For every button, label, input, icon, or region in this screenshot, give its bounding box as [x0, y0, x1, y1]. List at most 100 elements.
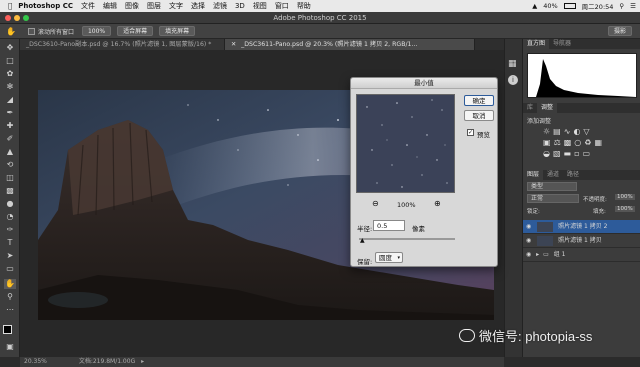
visibility-eye-icon[interactable]: ◉: [526, 251, 531, 258]
menu-3d[interactable]: 3D: [235, 2, 245, 10]
invert-icon[interactable]: ◒: [543, 149, 553, 158]
quick-mask-icon[interactable]: ▣: [4, 342, 16, 352]
info-icon[interactable]: i: [508, 75, 518, 85]
apple-icon[interactable]: : [8, 2, 12, 10]
channel-mixer-icon[interactable]: ♻: [584, 138, 594, 147]
menu-file[interactable]: 文件: [81, 1, 95, 11]
brightness-icon[interactable]: ☼: [543, 127, 553, 136]
more-tools-icon[interactable]: ⋯: [4, 305, 16, 315]
shape-tool-icon[interactable]: ▭: [4, 264, 16, 274]
layer-name[interactable]: 组 1: [554, 251, 566, 258]
healing-brush-tool-icon[interactable]: ✚: [4, 121, 16, 131]
curves-icon[interactable]: ∿: [564, 127, 574, 136]
hue-sat-icon[interactable]: ▣: [543, 138, 554, 147]
menu-layer[interactable]: 图层: [147, 1, 161, 11]
type-tool-icon[interactable]: T: [4, 238, 16, 248]
gradient-tool-icon[interactable]: ▩: [4, 186, 16, 196]
app-menu[interactable]: Photoshop CC: [18, 2, 73, 10]
checkbox-scroll-all[interactable]: [27, 27, 35, 35]
lookup-icon[interactable]: ▦: [594, 138, 605, 147]
opacity-value[interactable]: 100%: [615, 194, 635, 200]
visibility-eye-icon[interactable]: ◉: [526, 237, 531, 244]
menu-list-icon[interactable]: ☰: [630, 2, 636, 10]
threshold-icon[interactable]: ▬: [564, 149, 575, 158]
close-window-icon[interactable]: [5, 15, 11, 21]
marquee-tool-icon[interactable]: □: [4, 56, 16, 66]
clone-stamp-tool-icon[interactable]: ▲: [4, 147, 16, 157]
bw-icon[interactable]: ▩: [564, 138, 575, 147]
layer-row[interactable]: ◉ 照片滤镜 1 拷贝: [523, 234, 640, 248]
layer-row[interactable]: ◉ ▸ ▭ 组 1: [523, 248, 640, 262]
zoom-out-icon[interactable]: ⊖: [372, 199, 379, 208]
eraser-tool-icon[interactable]: ◫: [4, 173, 16, 183]
eyedropper-tool-icon[interactable]: ✒: [4, 108, 16, 118]
fill-screen-button[interactable]: 填充屏幕: [159, 26, 196, 36]
tab-document-1[interactable]: _DSC3610-Pano副本.psd @ 16.7% (照片滤镜 1, 图层蒙…: [20, 39, 225, 50]
photo-filter-icon[interactable]: ○: [574, 138, 584, 147]
vibrance-icon[interactable]: ▽: [583, 127, 592, 136]
tab-libraries[interactable]: 库: [523, 103, 537, 113]
cancel-button[interactable]: 取消: [464, 110, 494, 121]
history-brush-tool-icon[interactable]: ⟲: [4, 160, 16, 170]
status-zoom[interactable]: 20.35%: [24, 358, 47, 365]
menu-view[interactable]: 视图: [253, 1, 267, 11]
radius-input[interactable]: 0.5: [373, 220, 405, 231]
workspace-switcher[interactable]: 摄影: [607, 26, 632, 36]
levels-icon[interactable]: ▤: [553, 127, 564, 136]
fill-value[interactable]: 100%: [615, 206, 635, 212]
menu-help[interactable]: 帮助: [297, 1, 311, 11]
menu-image[interactable]: 图像: [125, 1, 139, 11]
menu-filter[interactable]: 滤镜: [213, 1, 227, 11]
move-tool-icon[interactable]: ✥: [4, 43, 16, 53]
radius-slider-handle[interactable]: ▲: [360, 238, 365, 244]
layer-name[interactable]: 照片滤镜 1 拷贝 2: [558, 223, 607, 230]
minimize-window-icon[interactable]: [14, 15, 20, 21]
tab-document-2[interactable]: ✕ _DSC3611-Pano.psd @ 20.3% (照片滤镜 1 拷贝 2…: [225, 39, 475, 50]
path-select-tool-icon[interactable]: ➤: [4, 251, 16, 261]
kind-filter-select[interactable]: 类型: [527, 182, 577, 191]
blur-tool-icon[interactable]: ●: [4, 199, 16, 209]
zoom-tool-icon[interactable]: ⚲: [4, 292, 16, 302]
status-doc-size[interactable]: 文档:219.8M/1.00G: [79, 358, 135, 365]
color-balance-icon[interactable]: ⚖: [554, 138, 564, 147]
ok-button[interactable]: 确定: [464, 95, 494, 106]
posterize-icon[interactable]: ▧: [553, 149, 564, 158]
status-arrow-icon[interactable]: ▸: [141, 358, 144, 365]
filter-preview[interactable]: [356, 94, 455, 193]
menu-edit[interactable]: 编辑: [103, 1, 117, 11]
fit-screen-button[interactable]: 适合屏幕: [117, 26, 154, 36]
clock[interactable]: 周二20:54: [582, 1, 614, 11]
tab-adjustments[interactable]: 调整: [537, 103, 558, 113]
tab-paths[interactable]: 路径: [563, 170, 583, 180]
blend-mode-select[interactable]: 正常: [527, 194, 579, 203]
radius-slider-track[interactable]: [359, 238, 455, 240]
disclosure-arrow-icon[interactable]: ▸: [536, 251, 539, 258]
tab-close-icon[interactable]: ✕: [231, 41, 236, 48]
menu-select[interactable]: 选择: [191, 1, 205, 11]
tab-navigator[interactable]: 导航器: [549, 39, 575, 49]
preview-checkbox[interactable]: ✓: [467, 129, 474, 136]
crop-tool-icon[interactable]: ◢: [4, 95, 16, 105]
gradient-map-icon[interactable]: ▭: [583, 149, 594, 158]
layer-row[interactable]: ◉ 照片滤镜 1 拷贝 2: [523, 220, 640, 234]
pen-tool-icon[interactable]: ✑: [4, 225, 16, 235]
collapsed-panel-icon-1[interactable]: ▦: [508, 59, 517, 69]
dodge-tool-icon[interactable]: ◔: [4, 212, 16, 222]
tab-histogram[interactable]: 直方图: [523, 39, 550, 49]
zoom-in-icon[interactable]: ⊕: [434, 199, 441, 208]
selective-color-icon[interactable]: ▫: [574, 149, 582, 158]
lasso-tool-icon[interactable]: ✿: [4, 69, 16, 79]
wifi-icon[interactable]: ▲: [532, 2, 537, 10]
battery-icon[interactable]: [563, 3, 576, 9]
tab-layers[interactable]: 图层: [523, 170, 544, 180]
preserve-select[interactable]: 圆度 ▾: [375, 252, 403, 263]
zoom-window-icon[interactable]: [23, 15, 29, 21]
search-icon[interactable]: ⚲: [619, 2, 624, 10]
hand-tool-icon[interactable]: ✋: [4, 279, 16, 289]
zoom-100-button[interactable]: 100%: [81, 26, 112, 36]
brush-tool-icon[interactable]: ✐: [4, 134, 16, 144]
menu-type[interactable]: 文字: [169, 1, 183, 11]
quick-select-tool-icon[interactable]: ✻: [4, 82, 16, 92]
exposure-icon[interactable]: ◐: [573, 127, 583, 136]
visibility-eye-icon[interactable]: ◉: [526, 223, 531, 230]
